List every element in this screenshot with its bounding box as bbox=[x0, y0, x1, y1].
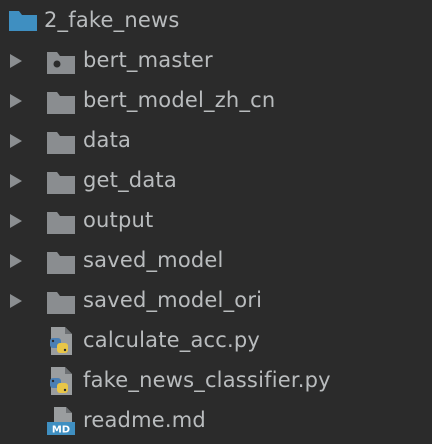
folder-icon bbox=[8, 8, 38, 34]
chevron-right-icon[interactable] bbox=[10, 54, 22, 68]
tree-item-label: saved_model bbox=[83, 248, 224, 272]
tree-item-file[interactable]: calculate_acc.py bbox=[0, 320, 432, 360]
tree-root-row[interactable]: 2_fake_news bbox=[0, 0, 432, 40]
tree-item-folder[interactable]: data bbox=[0, 120, 432, 160]
module-folder-icon bbox=[46, 49, 76, 75]
tree-item-folder[interactable]: bert_master bbox=[0, 40, 432, 80]
chevron-right-icon[interactable] bbox=[10, 294, 22, 308]
chevron-right-icon[interactable] bbox=[10, 174, 22, 188]
tree-item-label: bert_model_zh_cn bbox=[83, 88, 276, 112]
folder-icon bbox=[46, 289, 76, 315]
chevron-right-icon[interactable] bbox=[10, 94, 22, 108]
chevron-right-icon[interactable] bbox=[10, 214, 22, 228]
markdown-file-icon: MD bbox=[46, 406, 78, 436]
tree-item-file[interactable]: fake_news_classifier.py bbox=[0, 360, 432, 400]
folder-icon bbox=[46, 209, 76, 235]
chevron-right-icon[interactable] bbox=[10, 254, 22, 268]
tree-item-label: readme.md bbox=[83, 408, 206, 432]
tree-item-label: bert_master bbox=[83, 48, 213, 72]
folder-icon bbox=[46, 169, 76, 195]
chevron-right-icon[interactable] bbox=[10, 134, 22, 148]
tree-item-label: data bbox=[83, 128, 132, 152]
python-file-icon bbox=[48, 326, 76, 356]
tree-item-label: output bbox=[83, 208, 154, 232]
tree-item-label: calculate_acc.py bbox=[83, 328, 261, 352]
folder-icon bbox=[46, 89, 76, 115]
tree-item-folder[interactable]: output bbox=[0, 200, 432, 240]
tree-root-label: 2_fake_news bbox=[44, 8, 180, 32]
tree-item-folder[interactable]: saved_model_ori bbox=[0, 280, 432, 320]
folder-icon bbox=[46, 249, 76, 275]
tree-item-label: saved_model_ori bbox=[83, 288, 263, 312]
python-file-icon bbox=[48, 366, 76, 396]
markdown-icon-text: MD bbox=[52, 425, 70, 436]
tree-item-folder[interactable]: saved_model bbox=[0, 240, 432, 280]
folder-icon bbox=[46, 129, 76, 155]
tree-item-label: get_data bbox=[83, 168, 177, 192]
tree-item-file[interactable]: MD readme.md bbox=[0, 400, 432, 440]
tree-item-label: fake_news_classifier.py bbox=[83, 368, 331, 392]
tree-item-folder[interactable]: bert_model_zh_cn bbox=[0, 80, 432, 120]
tree-item-folder[interactable]: get_data bbox=[0, 160, 432, 200]
